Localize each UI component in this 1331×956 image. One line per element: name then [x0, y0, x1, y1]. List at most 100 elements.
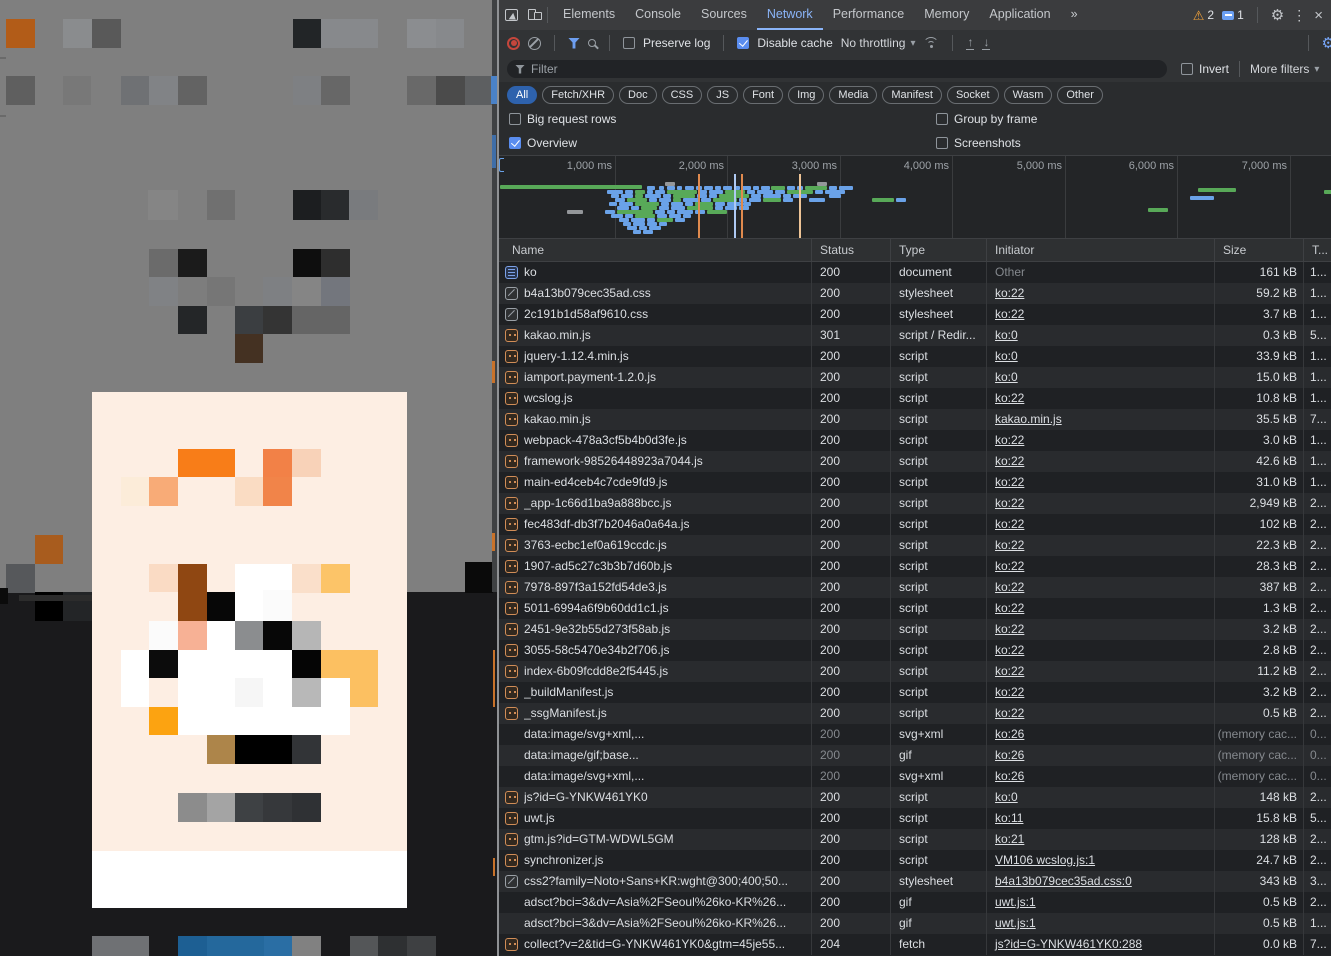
request-name-cell[interactable]: adsct?bci=3&dv=Asia%2FSeoul%26ko-KR%26..… — [499, 892, 812, 913]
tab-network[interactable]: Network — [757, 0, 823, 30]
initiator-link[interactable]: b4a13b079cec35ad.css:0 — [995, 874, 1132, 888]
chip-fetchxhr[interactable]: Fetch/XHR — [542, 86, 614, 104]
column-header-name[interactable]: Name — [499, 239, 812, 261]
initiator-link[interactable]: ko:22 — [995, 580, 1024, 594]
initiator-link[interactable]: js?id=G-YNKW461YK0:288 — [995, 937, 1142, 951]
chip-all[interactable]: All — [507, 86, 537, 104]
table-row[interactable]: webpack-478a3cf5b4b0d3fe.js200scriptko:2… — [499, 430, 1331, 451]
request-name-cell[interactable]: 7978-897f3a152fd54de3.js — [499, 577, 812, 598]
request-name-cell[interactable]: index-6b09fcdd8e2f5445.js — [499, 661, 812, 682]
request-name-cell[interactable]: 3055-58c5470e34b2f706.js — [499, 640, 812, 661]
initiator-link[interactable]: ko:26 — [995, 727, 1024, 741]
request-name-cell[interactable]: 2451-9e32b55d273f58ab.js — [499, 619, 812, 640]
network-overview-timeline[interactable]: 1,000 ms2,000 ms3,000 ms4,000 ms5,000 ms… — [499, 155, 1331, 239]
device-toolbar-icon[interactable] — [528, 9, 542, 21]
invert-label[interactable]: Invert — [1199, 62, 1229, 76]
initiator-link[interactable]: ko:22 — [995, 517, 1024, 531]
initiator-link[interactable]: ko:22 — [995, 454, 1024, 468]
table-row[interactable]: 2451-9e32b55d273f58ab.js200scriptko:223.… — [499, 619, 1331, 640]
initiator-link[interactable]: ko:22 — [995, 559, 1024, 573]
checkbox[interactable] — [509, 137, 521, 149]
request-name-cell[interactable]: 2c191b1d58af9610.css — [499, 304, 812, 325]
table-row[interactable]: _buildManifest.js200scriptko:223.2 kB2..… — [499, 682, 1331, 703]
initiator-link[interactable]: ko:26 — [995, 769, 1024, 783]
request-name-cell[interactable]: ko — [499, 262, 812, 283]
request-name-cell[interactable]: kakao.min.js — [499, 325, 812, 346]
chip-doc[interactable]: Doc — [619, 86, 657, 104]
request-name-cell[interactable]: 3763-ecbc1ef0a619ccdc.js — [499, 535, 812, 556]
table-row[interactable]: uwt.js200scriptko:1115.8 kB5... — [499, 808, 1331, 829]
search-icon[interactable] — [588, 39, 596, 47]
more-tabs-chevron[interactable]: » — [1061, 0, 1088, 30]
checkbox[interactable] — [936, 113, 948, 125]
chip-socket[interactable]: Socket — [947, 86, 999, 104]
request-name-cell[interactable]: js?id=G-YNKW461YK0 — [499, 787, 812, 808]
initiator-link[interactable]: uwt.js:1 — [995, 895, 1036, 909]
throttling-dropdown[interactable]: No throttling▾ — [841, 36, 916, 50]
table-row[interactable]: 3763-ecbc1ef0a619ccdc.js200scriptko:2222… — [499, 535, 1331, 556]
request-name-cell[interactable]: b4a13b079cec35ad.css — [499, 283, 812, 304]
initiator-link[interactable]: uwt.js:1 — [995, 916, 1036, 930]
table-row[interactable]: b4a13b079cec35ad.css200stylesheetko:2259… — [499, 283, 1331, 304]
table-row[interactable]: 1907-ad5c27c3b3b7d60b.js200scriptko:2228… — [499, 556, 1331, 577]
initiator-link[interactable]: ko:21 — [995, 832, 1024, 846]
request-name-cell[interactable]: data:image/gif;base... — [499, 745, 812, 766]
request-name-cell[interactable]: main-ed4ceb4c7cde9fd9.js — [499, 472, 812, 493]
table-row[interactable]: js?id=G-YNKW461YK0200scriptko:0148 kB2..… — [499, 787, 1331, 808]
tab-application[interactable]: Application — [979, 0, 1060, 30]
kebab-menu-icon[interactable]: ⋮ — [1292, 8, 1306, 22]
table-row[interactable]: index-6b09fcdd8e2f5445.js200scriptko:221… — [499, 661, 1331, 682]
request-name-cell[interactable]: _buildManifest.js — [499, 682, 812, 703]
import-har-icon[interactable]: ↑ — [966, 36, 974, 50]
tab-sources[interactable]: Sources — [691, 0, 757, 30]
settings-gear-icon[interactable]: ⚙ — [1271, 8, 1284, 23]
disable-cache-label[interactable]: Disable cache — [757, 36, 832, 50]
request-name-cell[interactable]: kakao.min.js — [499, 409, 812, 430]
request-name-cell[interactable]: gtm.js?id=GTM-WDWL5GM — [499, 829, 812, 850]
request-name-cell[interactable]: iamport.payment-1.2.0.js — [499, 367, 812, 388]
tab-performance[interactable]: Performance — [823, 0, 915, 30]
tab-elements[interactable]: Elements — [553, 0, 625, 30]
tab-console[interactable]: Console — [625, 0, 691, 30]
table-row[interactable]: 7978-897f3a152fd54de3.js200scriptko:2238… — [499, 577, 1331, 598]
initiator-link[interactable]: ko:22 — [995, 475, 1024, 489]
option-screenshots[interactable]: Screenshots — [936, 136, 1021, 150]
column-header-type[interactable]: Type — [891, 239, 987, 261]
table-row[interactable]: iamport.payment-1.2.0.js200scriptko:015.… — [499, 367, 1331, 388]
chip-wasm[interactable]: Wasm — [1004, 86, 1053, 104]
table-row[interactable]: main-ed4ceb4c7cde9fd9.js200scriptko:2231… — [499, 472, 1331, 493]
network-settings-gear-icon[interactable]: ⚙ — [1322, 36, 1331, 51]
table-row[interactable]: fec483df-db3f7b2046a0a64a.js200scriptko:… — [499, 514, 1331, 535]
column-header-initiator[interactable]: Initiator — [987, 239, 1215, 261]
initiator-link[interactable]: VM106 wcslog.js:1 — [995, 853, 1095, 867]
initiator-link[interactable]: ko:22 — [995, 538, 1024, 552]
table-row[interactable]: kakao.min.js200scriptkakao.min.js35.5 kB… — [499, 409, 1331, 430]
chip-css[interactable]: CSS — [662, 86, 703, 104]
chip-manifest[interactable]: Manifest — [882, 86, 942, 104]
initiator-link[interactable]: ko:0 — [995, 370, 1018, 384]
initiator-link[interactable]: ko:22 — [995, 643, 1024, 657]
initiator-link[interactable]: ko:0 — [995, 349, 1018, 363]
request-name-cell[interactable]: synchronizer.js — [499, 850, 812, 871]
network-conditions-icon[interactable] — [923, 37, 939, 49]
table-row[interactable]: synchronizer.js200scriptVM106 wcslog.js:… — [499, 850, 1331, 871]
option-overview[interactable]: Overview — [509, 136, 577, 150]
chip-other[interactable]: Other — [1057, 86, 1103, 104]
table-row[interactable]: adsct?bci=3&dv=Asia%2FSeoul%26ko-KR%26..… — [499, 892, 1331, 913]
table-row[interactable]: jquery-1.12.4.min.js200scriptko:033.9 kB… — [499, 346, 1331, 367]
initiator-link[interactable]: ko:22 — [995, 685, 1024, 699]
disable-cache-checkbox[interactable] — [737, 37, 749, 49]
checkbox[interactable] — [509, 113, 521, 125]
clear-network-log-button[interactable] — [528, 37, 541, 50]
column-header-status[interactable]: Status — [812, 239, 891, 261]
initiator-link[interactable]: ko:22 — [995, 496, 1024, 510]
tab-memory[interactable]: Memory — [914, 0, 979, 30]
table-row[interactable]: data:image/svg+xml,...200svg+xmlko:26(me… — [499, 766, 1331, 787]
initiator-link[interactable]: ko:22 — [995, 622, 1024, 636]
request-name-cell[interactable]: framework-98526448923a7044.js — [499, 451, 812, 472]
chip-font[interactable]: Font — [743, 86, 783, 104]
initiator-link[interactable]: kakao.min.js — [995, 412, 1062, 426]
request-name-cell[interactable]: css2?family=Noto+Sans+KR:wght@300;400;50… — [499, 871, 812, 892]
initiator-link[interactable]: ko:0 — [995, 790, 1018, 804]
initiator-link[interactable]: ko:22 — [995, 706, 1024, 720]
